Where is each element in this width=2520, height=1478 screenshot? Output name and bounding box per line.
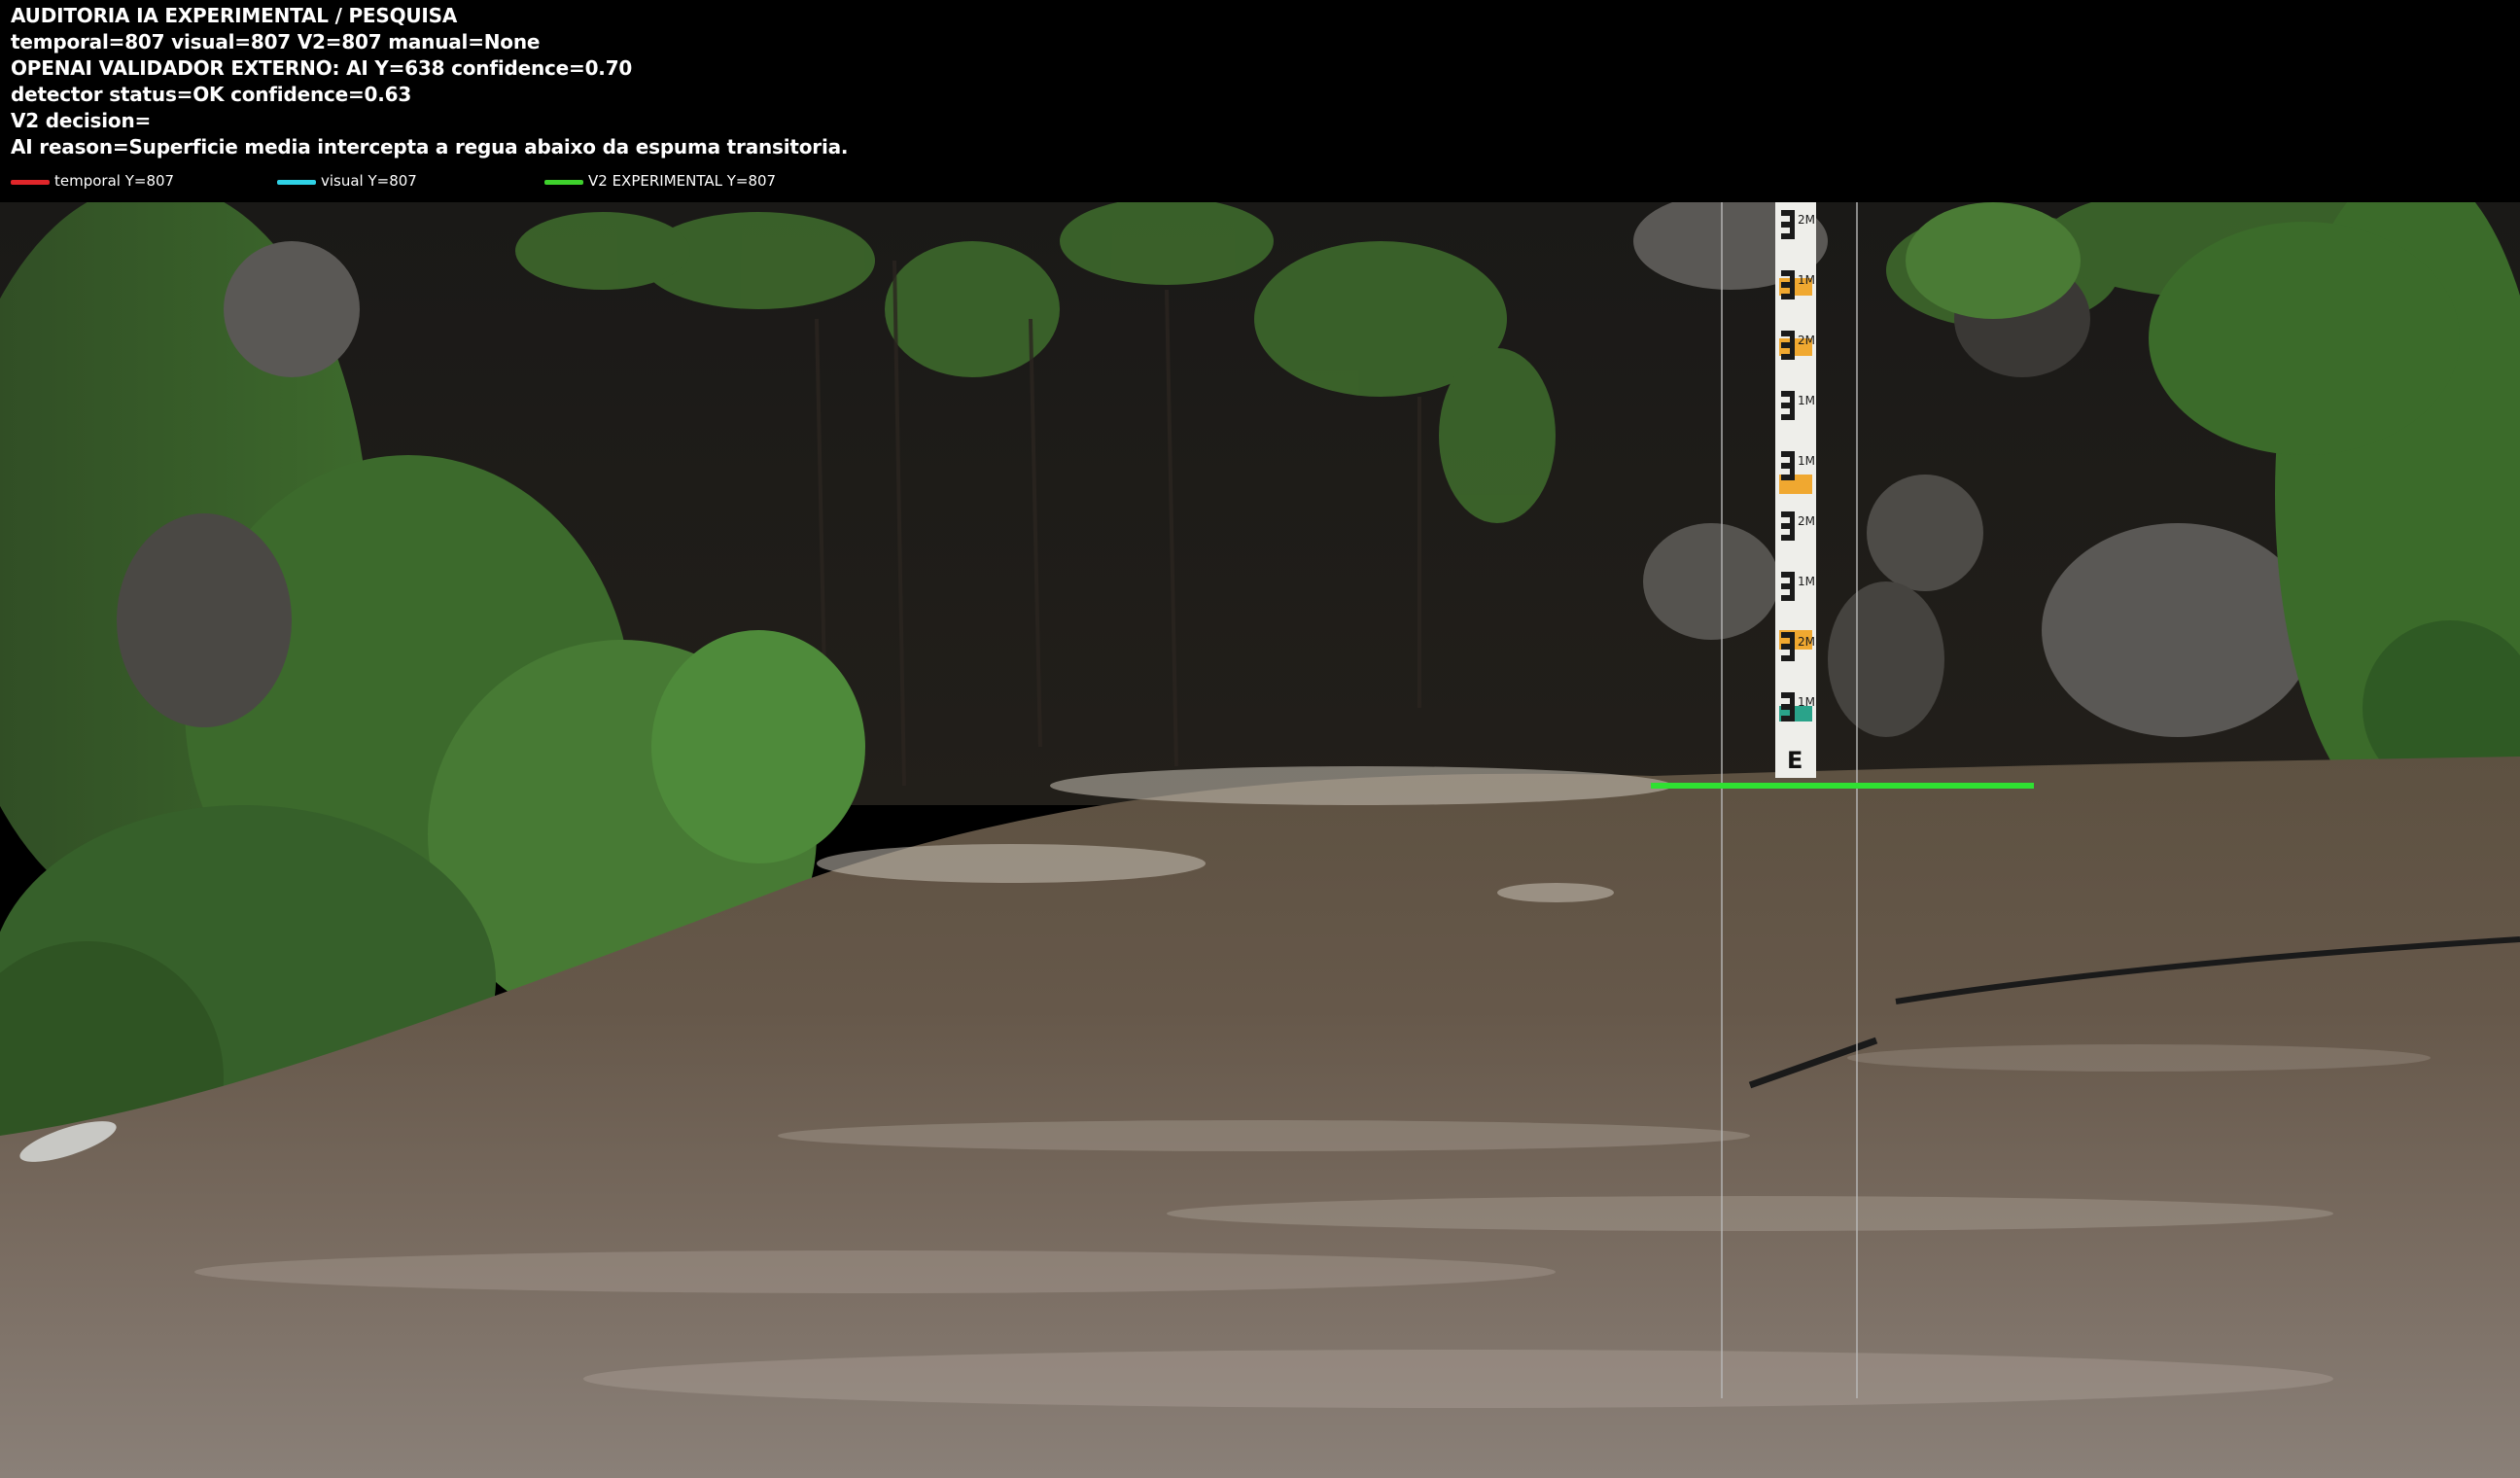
hud-ai-validator: OPENAI VALIDADOR EXTERNO: AI Y=638 confi… — [11, 56, 633, 80]
legend-v2: V2 EXPERIMENTAL Y=807 — [544, 171, 856, 191]
legend-v2-label: V2 EXPERIMENTAL Y=807 — [588, 172, 777, 190]
gauge-mark-label: 1M — [1798, 575, 1815, 588]
gauge-e-mark — [1781, 391, 1795, 420]
gauge-mark-label: 1M — [1798, 454, 1815, 468]
gauge-e-mark — [1781, 331, 1795, 360]
gauge-e-mark — [1781, 572, 1795, 601]
gauge-mark-label: 2M — [1798, 213, 1815, 227]
gauge-mark-label: 2M — [1798, 514, 1815, 528]
legend-v2-swatch — [544, 180, 583, 185]
legend-visual-swatch — [277, 180, 316, 185]
gauge-e-mark — [1781, 632, 1795, 661]
staff-gauge: 2M 1M 2M 1M 1M 2M 1M 2M 1M E — [1775, 202, 1816, 778]
hud-v2-decision: V2 decision= — [11, 109, 152, 132]
hud-detector-status: detector status=OK confidence=0.63 — [11, 83, 412, 106]
gauge-e-mark — [1781, 210, 1795, 239]
overlay-header: AUDITORIA IA EXPERIMENTAL / PESQUISA tem… — [0, 0, 2520, 202]
gauge-ticks: 2M 1M 2M 1M 1M 2M 1M 2M 1M — [1781, 210, 1815, 721]
gauge-mark-label: 1M — [1798, 394, 1815, 407]
legend-temporal-label: temporal Y=807 — [54, 172, 175, 190]
gauge-e-mark — [1781, 692, 1795, 721]
legend-temporal: temporal Y=807 — [11, 171, 263, 191]
gauge-mark-label: 2M — [1798, 334, 1815, 347]
gauge-mark-label: 1M — [1798, 695, 1815, 709]
gauge-mark-label: 2M — [1798, 635, 1815, 649]
legend-visual-label: visual Y=807 — [321, 172, 417, 190]
legend-visual: visual Y=807 — [277, 171, 530, 191]
legend-temporal-swatch — [11, 180, 50, 185]
gauge-letter: E — [1787, 747, 1802, 774]
gauge-mark-label: 1M — [1798, 273, 1815, 287]
gauge-e-mark — [1781, 270, 1795, 299]
camera-frame: 2M 1M 2M 1M 1M 2M 1M 2M 1M E — [0, 202, 2520, 1478]
hud-title: AUDITORIA IA EXPERIMENTAL / PESQUISA — [11, 4, 458, 27]
gauge-e-mark — [1781, 511, 1795, 541]
hud-readings: temporal=807 visual=807 V2=807 manual=No… — [11, 30, 541, 53]
river-scene: 2M 1M 2M 1M 1M 2M 1M 2M 1M E — [0, 202, 2520, 1478]
hud-ai-reason: AI reason=Superficie media intercepta a … — [11, 135, 849, 158]
gauge-e-mark — [1781, 451, 1795, 480]
